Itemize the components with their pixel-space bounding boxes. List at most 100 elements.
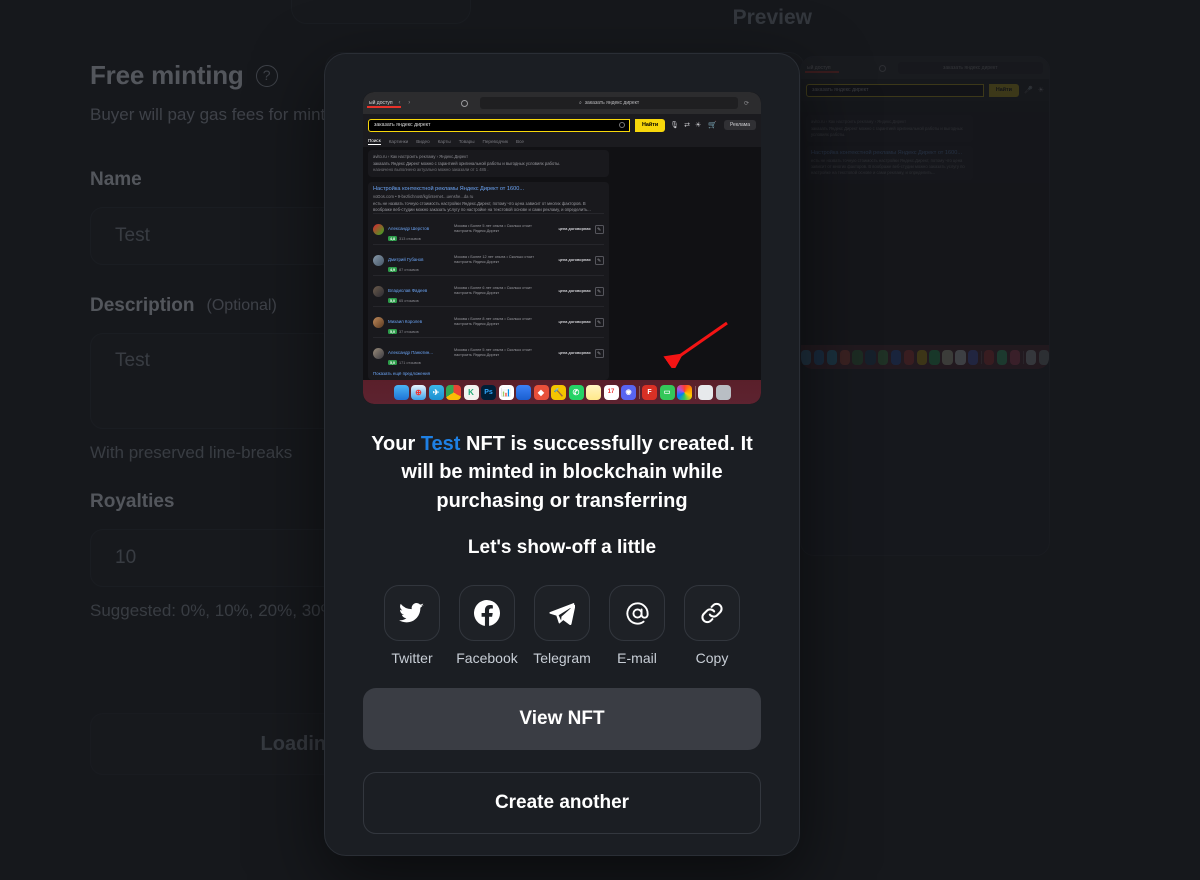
modal-headline: Your Test NFT is successfully created. I… [363,430,761,515]
ad-pill: Реклама [723,120,756,130]
whatsapp-icon: ✆ [568,384,584,400]
avatar [373,347,384,359]
share-label-copy: Copy [695,650,729,667]
preview-shield-icon [878,64,886,72]
preview-nft-card[interactable]: ый доступ заказать яндекс директ заказат… [800,56,1050,556]
telegram-icon: ✈ [428,384,444,400]
link-copy-icon[interactable] [684,585,740,642]
preview-address-bar: заказать яндекс директ [897,62,1043,74]
review-count: 87 отзывов [399,267,419,272]
result-extra: назначено выполнено актуально можно зака… [373,167,489,173]
review-count: 65 отзывов [399,298,419,303]
red-arrow-annotation [663,321,728,368]
address-bar-value: заказать яндекс директ [584,100,640,106]
preview-sun-icon: ☀ [1037,87,1044,94]
contractor-row: Александр Шерстов 4,8 313 отзывов Москва… [373,213,604,244]
headline-nft-name: Test [420,433,461,455]
share-buttons-row: Twitter Facebook Telegram E-mail Copy [363,585,761,666]
facebook-icon[interactable] [459,585,515,642]
name-input-value: Test [115,225,150,246]
chat-icon: ✎ [594,317,604,327]
share-option-twitter[interactable]: Twitter [381,585,443,666]
finder-icon [393,384,409,400]
dock-separator [694,385,696,399]
chat-icon: ✎ [594,348,604,358]
chrome-icon [446,384,461,400]
share-option-email[interactable]: E-mail [606,585,668,666]
result-item-featured: Настройка контекстной рекламы Яндекс Дир… [368,182,609,380]
royalties-input-value: 10 [115,547,137,568]
result-url: voDos.com • 9-bezlichnost/kg/internet...… [373,194,474,200]
rating-badge: 5,0 [388,329,397,335]
description-label: Description [90,295,195,316]
yandex-tab-1: Картинки [388,139,409,144]
telegram-plane-glyph [549,602,575,626]
question-mark-icon[interactable]: ? [255,64,278,87]
rating-badge: 4,9 [388,267,397,273]
yandex-tab-4: Товары [458,139,475,144]
yandex-search-header: заказать яндекс директ Найти 🎙 ⇄ ☀ 🛒 Рек… [363,114,761,136]
tab-underline-annotation [367,106,401,108]
contractor-row: Владислав Фадеев 5,0 65 отзывов Москва •… [373,275,604,306]
contractor-price: цена договорная [558,258,591,263]
contractor-desc: Москва • Более 5 лет опыта • Сколько сто… [454,347,532,358]
preview-browser-chrome: ый доступ заказать яндекс директ [801,57,1049,79]
calendar-icon: 17 [603,384,619,400]
telegram-icon[interactable] [534,585,590,642]
cart-icon: 🛒 [708,122,717,129]
avatar [373,285,384,297]
view-nft-button[interactable]: View NFT [363,688,761,751]
free-minting-title: Free minting [90,60,244,90]
yandex-search-button: Найти [635,118,666,132]
facetime-icon: ▭ [659,384,675,400]
email-at-icon[interactable] [609,585,665,642]
sun-icon: ☀ [694,122,702,129]
share-option-copy[interactable]: Copy [681,585,743,666]
share-label-facebook: Facebook [456,650,518,667]
preview-microphone-icon: 🎤 [1024,87,1033,94]
share-label-email: E-mail [617,650,657,667]
at-sign-glyph [625,602,649,625]
avatar [373,254,384,266]
preview-icon [698,384,713,400]
create-another-button[interactable]: Create another [363,772,761,835]
modal-subheadline: Let's show-off a little [467,537,657,559]
result-title: Настройка контекстной рекламы Яндекс Дир… [373,186,525,193]
contractor-price: цена договорная [558,320,591,325]
address-bar: ⌕ заказать яндекс директ [480,97,738,109]
preview-result-breadcrumb: avito.ru › Как настроить рекламу › Яндек… [811,119,907,124]
macos-dock: ⊕ ✈ K Ps 📊 ◆ 🔨 ✆ 17 ◉ F ▭ [363,380,761,404]
contractor-name: Михаил Королев [388,319,423,325]
yandex-query-value: заказать яндекс директ [374,122,431,128]
contractor-name: Владислав Фадеев [388,288,428,294]
preview-search-input: заказать яндекс директ [806,83,984,97]
preview-result-title: Настройка контекстной рекламы Яндекс Дир… [811,150,963,157]
share-label-twitter: Twitter [391,650,433,667]
contractor-row: Александр Панютин... 5,0 171 отзывов Мос… [373,337,604,368]
chat-icon: ✎ [594,286,604,296]
search-glyph-icon: ⌕ [578,100,582,106]
result-snippet-2: есть не назвать точную стоимость настрой… [373,201,591,213]
preview-dock [801,345,1049,369]
sliders-icon: ⇄ [684,122,690,129]
preview-nft-thumbnail: ый доступ заказать яндекс директ заказат… [801,57,1049,369]
yandex-tab-0: Поиск [368,138,381,145]
twitter-icon[interactable] [384,585,440,642]
headline-prefix: Your [371,433,416,455]
rating-badge: 4,8 [388,236,397,242]
contractor-desc: Москва • Более 6 лет опыта • Сколько сто… [454,285,532,296]
description-input-value: Test [115,350,150,371]
rating-badge: 5,0 [388,298,397,304]
result-item: avito.ru › Как настроить рекламу › Яндек… [368,150,609,178]
xcode-icon: 🔨 [551,384,566,400]
chat-icon: ✎ [594,224,604,234]
yandex-tabs: Поиск Картинки Видео Карты Товары Перево… [363,136,761,147]
contractor-desc: Москва • Более 5 лет опыта • Сколько сто… [454,223,532,234]
nft-image-thumbnail[interactable]: ый доступ ‹ › ⌕ заказать яндекс директ ⟳… [363,92,761,404]
contractor-desc: Москва • Более 8 лет опыта • Сколько сто… [454,316,532,327]
preview-result-snippet-2: есть не назвать точную стоимость настрой… [811,158,965,176]
preview-results-body: avito.ru › Как настроить рекламу › Яндек… [801,112,1049,345]
share-option-telegram[interactable]: Telegram [531,585,593,666]
contractor-desc: Москва • Более 12 лет опыта • Сколько ст… [454,254,534,265]
share-option-facebook[interactable]: Facebook [456,585,518,666]
